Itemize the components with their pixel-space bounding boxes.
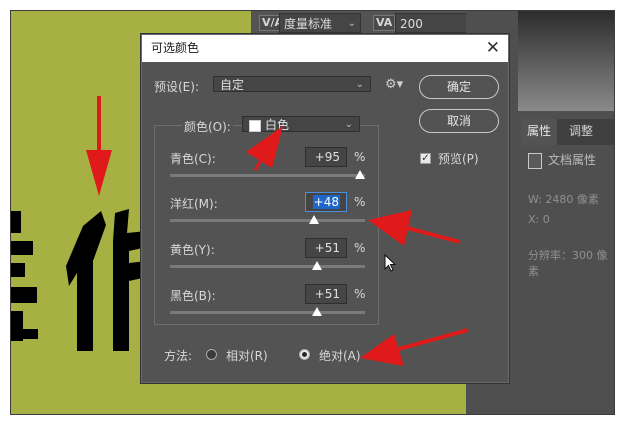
white-swatch-icon [249, 119, 261, 132]
document-properties-label: 文档属性 [548, 153, 597, 167]
panel-tabs: 属性 调整 [521, 119, 614, 145]
cyan-input[interactable]: +95 [305, 147, 347, 167]
yellow-input[interactable]: +51 [305, 238, 347, 258]
unit-label: % [354, 150, 366, 164]
close-icon[interactable]: ✕ [486, 35, 500, 62]
tab-adjustments[interactable]: 调整 [563, 119, 599, 145]
colors-label: 颜色(O): [182, 118, 233, 135]
magenta-value: +48 [312, 195, 340, 209]
tracking-icon: VA [373, 15, 396, 31]
mouse-pointer-icon [384, 254, 397, 272]
magenta-thumb[interactable] [309, 215, 320, 224]
slider-label: 黑色(B): [170, 289, 216, 303]
text-layer-glyphs [11, 209, 147, 351]
absolute-radio[interactable] [299, 349, 310, 360]
tab-properties[interactable]: 属性 [521, 119, 558, 145]
x-readout: X: 0 [528, 213, 550, 226]
relative-label: 相对(R) [226, 349, 268, 363]
kerning-select[interactable]: 度量标准 ⌄ [279, 13, 361, 33]
color-picker-gradient[interactable] [518, 11, 614, 111]
slider-label: 黄色(Y): [170, 243, 215, 257]
magenta-input[interactable]: +48 [305, 192, 347, 212]
cancel-button[interactable]: 取消 [419, 109, 499, 133]
unit-label: % [354, 195, 366, 209]
black-track[interactable] [170, 311, 365, 314]
preset-label: 预设(E): [154, 80, 199, 94]
preset-value: 自定 [220, 78, 245, 92]
width-readout: W: 2480 像素 [528, 193, 599, 206]
slider-label: 洋红(M): [170, 197, 218, 211]
selective-color-dialog: 可选颜色 ✕ 预设(E): 自定 ⌄ ⚙▾ 确定 取消 ✓ 预览(P) 颜色(O… [141, 34, 509, 383]
magenta-track[interactable] [170, 219, 365, 222]
document-icon [528, 152, 542, 169]
relative-radio[interactable] [206, 349, 217, 360]
absolute-label: 绝对(A) [319, 349, 361, 363]
method-label: 方法: [164, 349, 193, 363]
ok-button[interactable]: 确定 [419, 75, 499, 99]
yellow-thumb[interactable] [312, 261, 323, 270]
black-thumb[interactable] [312, 307, 323, 316]
document-properties-row: 文档属性 [528, 151, 596, 169]
yellow-track[interactable] [170, 265, 365, 268]
colors-select[interactable]: 白色 ⌄ [242, 116, 360, 132]
chevron-down-icon: ⌄ [344, 119, 353, 130]
unit-label: % [354, 241, 366, 255]
gear-icon[interactable]: ⚙▾ [385, 77, 403, 92]
colors-value: 白色 [265, 118, 290, 132]
cyan-track[interactable] [170, 174, 365, 177]
kerning-value: 度量标准 [284, 17, 333, 31]
preview-checkbox[interactable]: ✓ [420, 153, 431, 164]
dialog-title: 可选颜色 [151, 41, 200, 55]
chevron-down-icon: ⌄ [355, 79, 364, 90]
preview-label: 预览(P) [438, 152, 479, 166]
slider-label: 青色(C): [170, 152, 216, 166]
cyan-thumb[interactable] [355, 170, 366, 179]
black-input[interactable]: +51 [305, 284, 347, 304]
preset-select[interactable]: 自定 ⌄ [213, 76, 371, 92]
unit-label: % [354, 287, 366, 301]
tracking-value: 200 [400, 17, 423, 31]
chevron-down-icon: ⌄ [347, 18, 356, 29]
resolution-readout: 分辨率：300 像素 [528, 249, 608, 278]
dialog-titlebar: 可选颜色 ✕ [142, 35, 508, 62]
